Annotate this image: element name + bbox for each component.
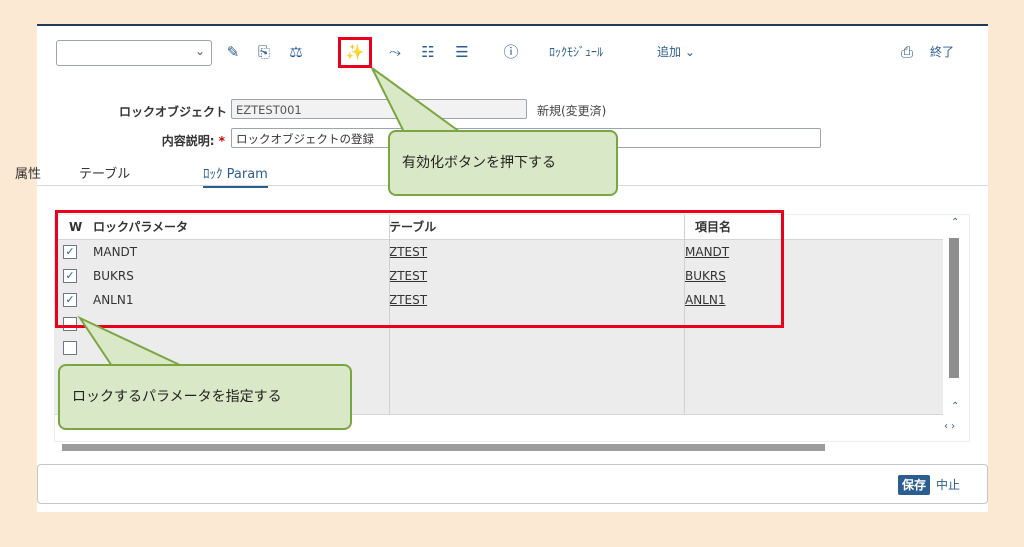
params-callout-pointer — [77, 315, 183, 367]
activate-callout: 有効化ボタンを押下する — [388, 130, 618, 196]
callout-pointers — [77, 67, 464, 367]
save-button[interactable]: 保存 — [898, 475, 930, 495]
activate-callout-pointer — [371, 67, 464, 133]
cancel-button[interactable]: 中止 — [936, 475, 960, 495]
params-callout: ロックするパラメータを指定する — [58, 364, 352, 430]
